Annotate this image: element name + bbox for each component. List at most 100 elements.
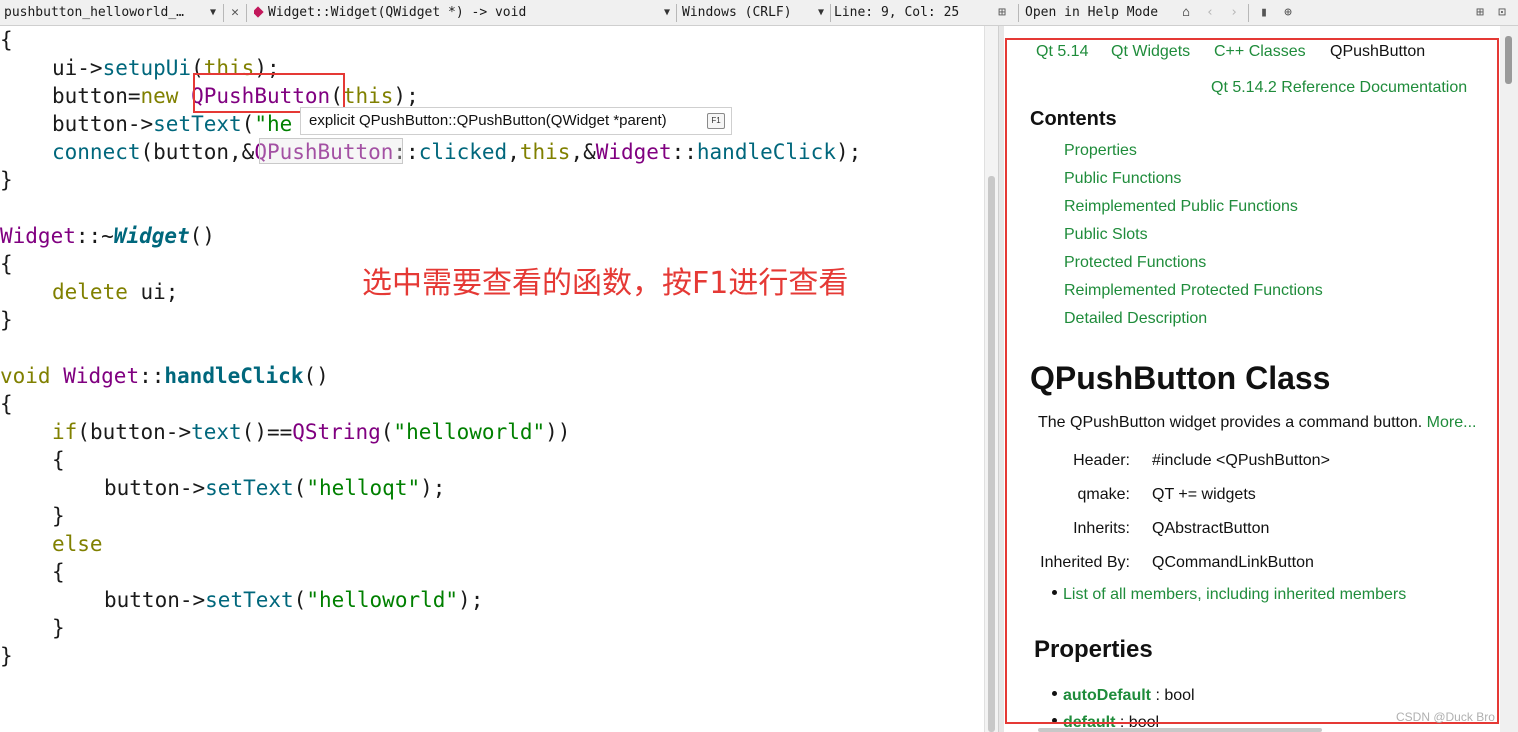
help-pane: Qt 5.14 Qt Widgets C++ Classes QPushButt… <box>1004 26 1518 732</box>
breadcrumb-qt[interactable]: Qt 5.14 <box>1036 43 1088 61</box>
function-signature: Widget::Widget(QWidget *) -> void <box>268 5 527 20</box>
function-diamond-icon <box>254 5 264 18</box>
code-token: new <box>140 84 179 108</box>
toc-protected-functions[interactable]: Protected Functions <box>1064 254 1206 272</box>
home-icon[interactable]: ⌂ <box>1178 0 1194 26</box>
scrollbar-thumb[interactable] <box>1505 36 1512 84</box>
code-token: :: <box>139 364 165 388</box>
editor-scrollbar[interactable] <box>984 26 998 732</box>
all-members-link[interactable]: List of all members, including inherited… <box>1063 586 1406 603</box>
code-line: } <box>0 306 13 334</box>
inherited-by-link[interactable]: QCommandLinkButton <box>1152 554 1314 572</box>
code-token: ( <box>241 112 255 136</box>
function-selector[interactable]: Widget::Widget(QWidget *) -> void <box>254 0 654 26</box>
toc-detailed-description[interactable]: Detailed Description <box>1064 310 1207 328</box>
toc-public-slots[interactable]: Public Slots <box>1064 226 1148 244</box>
f1-key-icon[interactable]: F1 <box>707 113 725 129</box>
dropdown-icon[interactable]: ▼ <box>664 0 670 26</box>
code-token: if <box>52 420 78 444</box>
scrollbar-thumb[interactable] <box>988 176 995 732</box>
code-token: ( <box>293 588 307 612</box>
code-token: else <box>52 532 103 556</box>
brace: } <box>52 616 65 640</box>
open-file-selector[interactable]: pushbutton_helloworld_… <box>4 0 200 26</box>
cursor-position[interactable]: Line: 9, Col: 25 <box>834 0 984 26</box>
code-token: void <box>0 364 51 388</box>
code-line: connect(button,&QPushButton::clicked,thi… <box>52 138 861 166</box>
reference-doc-link[interactable]: Qt 5.14.2 Reference Documentation <box>1211 79 1467 97</box>
header-value: #include <QPushButton> <box>1152 452 1330 469</box>
more-link[interactable]: More... <box>1427 414 1477 431</box>
divider <box>830 4 831 22</box>
bullet-icon <box>1052 718 1057 724</box>
tooltip-text: explicit QPushButton::QPushButton(QWidge… <box>309 112 667 129</box>
watermark: CSDN @Duck Bro <box>1396 710 1495 724</box>
code-token: button= <box>52 84 141 108</box>
code-token: button-> <box>104 476 206 500</box>
split-icon[interactable]: ⊞ <box>994 0 1010 26</box>
toc-public-functions[interactable]: Public Functions <box>1064 170 1181 188</box>
code-token: () <box>303 364 329 388</box>
inherits-link[interactable]: QAbstractButton <box>1152 520 1269 538</box>
code-token: clicked <box>418 140 508 164</box>
toc-reimplemented-public-functions[interactable]: Reimplemented Public Functions <box>1064 198 1298 216</box>
code-token: connect <box>52 140 141 164</box>
code-token: "helloqt" <box>306 476 421 500</box>
back-icon[interactable]: ‹ <box>1202 0 1218 26</box>
code-line: { <box>0 26 13 54</box>
property-link[interactable]: autoDefault <box>1063 687 1151 704</box>
code-token: this <box>519 140 571 164</box>
bookmark-icon[interactable]: ▮ <box>1256 0 1272 26</box>
brace: } <box>52 504 65 528</box>
help-mode-button[interactable]: Open in Help Mode <box>1025 0 1171 26</box>
bullet-icon <box>1052 691 1057 697</box>
breadcrumb-cpp-classes[interactable]: C++ Classes <box>1214 43 1306 61</box>
close-icon[interactable]: ✕ <box>227 0 243 26</box>
code-token: delete <box>52 280 128 304</box>
code-token: , <box>507 140 520 164</box>
breadcrumb-current: QPushButton <box>1330 43 1426 60</box>
code-editor[interactable]: { ui->setupUi(this); button=new QPushBut… <box>0 26 984 732</box>
toc-properties[interactable]: Properties <box>1064 142 1137 160</box>
dropdown-icon[interactable]: ▼ <box>210 0 216 26</box>
property-type: : bool <box>1151 687 1195 704</box>
dropdown-icon[interactable]: ▼ <box>818 0 824 26</box>
code-token: ::~ <box>75 224 114 248</box>
forward-icon[interactable]: › <box>1226 0 1242 26</box>
code-line: } <box>0 166 13 194</box>
code-token: :: <box>671 140 697 164</box>
code-token: Widget <box>0 224 76 248</box>
properties-section-title: Properties <box>1034 636 1153 663</box>
code-token: button-> <box>104 588 206 612</box>
new-window-icon[interactable]: ⊞ <box>1472 0 1488 26</box>
symbol-highlight <box>259 138 403 164</box>
brace: { <box>0 252 13 276</box>
code-token: (button,& <box>140 140 255 164</box>
signature-tooltip: explicit QPushButton::QPushButton(QWidge… <box>300 107 732 135</box>
code-token: )) <box>545 420 571 444</box>
qmake-value: QT += widgets <box>1152 486 1256 503</box>
qmake-label: qmake: <box>1077 486 1130 503</box>
globe-icon[interactable]: ⊕ <box>1280 0 1296 26</box>
code-token: Widget <box>63 364 140 388</box>
code-token: ); <box>458 588 484 612</box>
toc-reimplemented-protected-functions[interactable]: Reimplemented Protected Functions <box>1064 282 1323 300</box>
divider <box>223 4 224 22</box>
code-token: ); <box>393 84 419 108</box>
code-line: if(button->text()==QString("helloworld")… <box>52 418 570 446</box>
code-line: } <box>52 502 65 530</box>
close-pane-icon[interactable]: ⊡ <box>1494 0 1510 26</box>
breadcrumb-qt-widgets[interactable]: Qt Widgets <box>1111 43 1190 61</box>
bullet-icon <box>1052 590 1057 596</box>
help-scrollbar[interactable] <box>1500 26 1518 732</box>
all-members-item: List of all members, including inherited… <box>1052 586 1406 604</box>
brace: } <box>0 644 13 668</box>
code-line: { <box>52 446 65 474</box>
code-line: button->setText("helloqt"); <box>104 474 445 502</box>
brace: { <box>0 28 13 52</box>
class-title: QPushButton Class <box>1030 360 1331 396</box>
horizontal-scrollbar[interactable] <box>1038 728 1322 732</box>
line-ending-selector[interactable]: Windows (CRLF) <box>682 0 812 26</box>
code-token: setText <box>205 588 294 612</box>
